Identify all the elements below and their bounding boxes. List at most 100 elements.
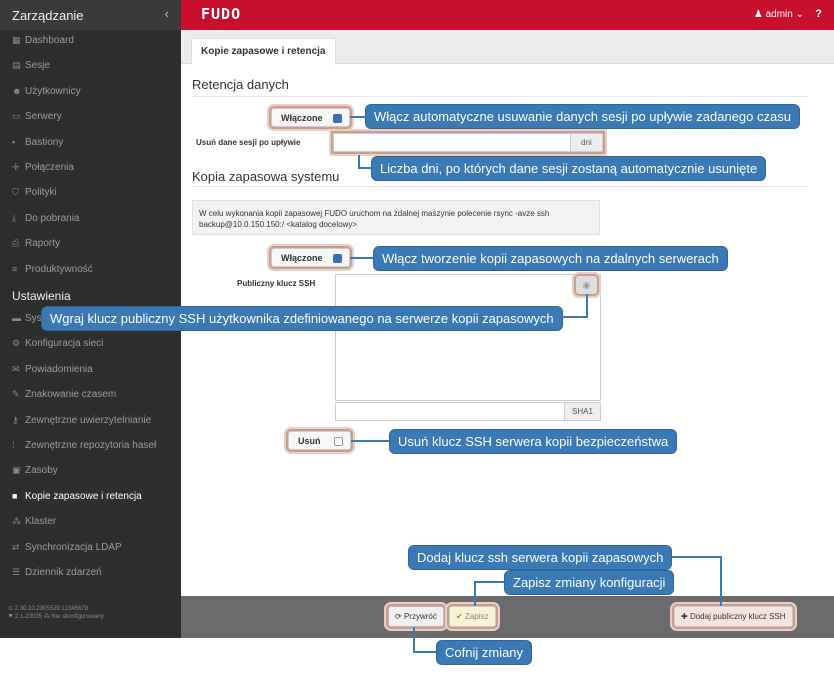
- sidebar-item-label: Produktywność: [25, 263, 93, 275]
- refresh-icon: ⟳: [395, 612, 402, 621]
- show-key-button[interactable]: ◉: [576, 276, 597, 294]
- save-label: Zapisz: [464, 612, 489, 621]
- sync-icon: ⇄: [12, 541, 20, 552]
- users-icon: ☻: [12, 85, 22, 96]
- backup-enabled-toggle[interactable]: Włączone: [271, 248, 350, 267]
- sidebar-item-label: Zewnętrzne repozytoria haseł: [25, 440, 157, 451]
- sidebar-item-serwery[interactable]: ▭ Serwery: [12, 107, 62, 125]
- network-icon: ⚙: [12, 338, 21, 349]
- version-line: ⊙ 2.30.10.2305529.12345678: [8, 606, 89, 612]
- user-icon: ♟: [753, 9, 763, 20]
- sidebar-item-kopie-zapasowe-i-retencja[interactable]: ■ Kopie zapasowe i retencja: [12, 487, 142, 505]
- sidebar-item-użytkownicy[interactable]: ☻ Użytkownicy: [12, 82, 81, 100]
- sidebar-item-raporty[interactable]: ⎙ Raporty: [12, 234, 60, 252]
- callout-connector: [586, 294, 588, 317]
- retention-enabled-label: Włączone: [281, 113, 323, 123]
- print-icon: ⎙: [12, 238, 20, 249]
- fudo-logo[interactable]: FUDO: [201, 5, 241, 23]
- sidebar-item-synchronizacja-ldap[interactable]: ⇄ Synchronizacja LDAP: [12, 538, 122, 556]
- folder-icon: ▬: [12, 313, 21, 323]
- policy-icon: ⛉: [12, 187, 19, 198]
- sidebar-item-sys[interactable]: ▬ Sys: [12, 309, 42, 327]
- callout-connector: [350, 257, 374, 259]
- divider: [192, 186, 808, 187]
- sidebar-item-zewnętrzne-repozytoria-haseł[interactable]: ⁞ Zewnętrzne repozytoria haseł: [12, 436, 156, 454]
- sidebar-item-label: Użytkownicy: [25, 85, 81, 97]
- sidebar-item-powiadomienia[interactable]: ✉ Powiadomienia: [12, 360, 93, 378]
- sidebar-item-dziennik-zdarzeń[interactable]: ☰ Dziennik zdarzeń: [12, 563, 102, 581]
- sidebar-item-label: Sesje: [25, 60, 51, 72]
- callout-add-key: Dodaj klucz ssh serwera kopii zapasowych: [409, 546, 672, 569]
- save-button[interactable]: ✔ Zapisz: [449, 606, 496, 627]
- ssh-key-textarea[interactable]: [335, 274, 601, 401]
- backup-enabled-checkbox[interactable]: [333, 254, 342, 263]
- chevron-down-icon: ⌄: [795, 9, 804, 20]
- user-menu[interactable]: ♟ admin ⌄: [754, 9, 804, 20]
- help-button[interactable]: ?: [815, 8, 822, 20]
- delete-key-label: Usuń: [298, 436, 321, 446]
- sidebar-item-label: Do pobrania: [25, 212, 80, 224]
- sidebar-item-zasoby[interactable]: ▣ Zasoby: [12, 461, 58, 479]
- backup-info-line: backup@10.0.150.150:/ <katalog docelowy>: [199, 220, 358, 229]
- sidebar-item-klaster[interactable]: ⁂ Klaster: [12, 512, 56, 530]
- grid-icon: ⁞: [12, 440, 15, 450]
- callout-connector: [474, 581, 506, 583]
- server-icon: ▭: [12, 111, 21, 122]
- sha1-addon: SHA1: [564, 403, 600, 420]
- footer-bar: ⟳ Przywróć ✔ Zapisz ✚ Dodaj publiczny kl…: [181, 596, 834, 638]
- callout-retention-days: Liczba dni, po których dane sesji zostan…: [372, 157, 766, 180]
- sidebar-item-label: Dziennik zdarzeń: [25, 567, 102, 578]
- divider: [192, 96, 808, 97]
- collapse-sidebar-icon[interactable]: ‹: [165, 6, 169, 21]
- archive-icon: ■: [12, 490, 18, 501]
- sidebar-item-połączenia[interactable]: ✛ Połączenia: [12, 158, 74, 176]
- sidebar-item-label: Raporty: [25, 238, 61, 250]
- film-icon: ▤: [12, 60, 21, 71]
- sidebar-item-polityki[interactable]: ⛉ Polityki: [12, 183, 57, 201]
- bastion-icon: ▪: [12, 136, 16, 147]
- retention-section-title: Retencja danych: [192, 77, 289, 92]
- backup-section-title: Kopia zapasowa systemu: [192, 169, 340, 184]
- key-icon: ⚷: [12, 414, 19, 425]
- sidebar-item-label: Zewnętrzne uwierzytelnianie: [25, 414, 152, 426]
- delete-key-checkbox[interactable]: [334, 437, 343, 446]
- retention-enabled-toggle[interactable]: Włączone: [271, 108, 350, 127]
- sidebar-item-znakowanie-czasem[interactable]: ✎ Znakowanie czasem: [12, 385, 116, 403]
- callout-save: Zapisz zmiany konfiguracji: [505, 571, 674, 594]
- build-line: ⚑ 2.1-23035 ⁂ Nie skonfigurowany: [8, 614, 104, 620]
- delete-key-toggle[interactable]: Usuń: [288, 431, 351, 450]
- revert-button[interactable]: ⟳ Przywróć: [388, 606, 444, 627]
- plus-icon: ✚: [681, 612, 688, 621]
- edit-icon: ✎: [12, 389, 20, 400]
- sidebar-item-label: Sys: [25, 313, 42, 324]
- user-name: admin: [765, 9, 793, 20]
- sidebar-item-bastiony[interactable]: ▪ Bastiony: [12, 133, 63, 151]
- revert-label: Przywróć: [403, 612, 437, 621]
- sidebar-item-dashboard[interactable]: ▦ Dashboard: [12, 31, 74, 49]
- retention-days-input[interactable]: dni: [333, 133, 603, 152]
- callout-connector: [358, 167, 372, 169]
- callout-revert: Cofnij zmiany: [437, 641, 532, 664]
- tab-backup-retention[interactable]: Kopie zapasowe i retencja: [191, 38, 336, 65]
- days-unit-addon: dni: [570, 134, 602, 151]
- download-icon: ⤓: [12, 212, 16, 223]
- sidebar-item-produktywność[interactable]: ≡ Produktywność: [12, 260, 93, 278]
- callout-connector: [474, 581, 476, 606]
- sidebar-item-label: Bastiony: [25, 136, 64, 148]
- sidebar-item-konfiguracja-sieci[interactable]: ⚙ Konfiguracja sieci: [12, 334, 103, 352]
- sidebar-item-label: Serwery: [25, 111, 62, 123]
- settings-section-title: Ustawienia: [12, 289, 71, 303]
- sidebar-item-zewnętrzne-uwierzytelnianie[interactable]: ⚷ Zewnętrzne uwierzytelnianie: [12, 411, 151, 429]
- callout-retention-enable: Włącz automatyczne usuwanie danych sesji…: [366, 105, 799, 128]
- sidebar-item-label: Konfiguracja sieci: [25, 338, 104, 350]
- sidebar-item-sesje[interactable]: ▤ Sesje: [12, 56, 50, 74]
- add-ssh-key-button[interactable]: ✚ Dodaj publiczny klucz SSH: [674, 606, 793, 627]
- callout-backup-enable: Włącz tworzenie kopii zapasowych na zdal…: [374, 247, 727, 270]
- eye-icon: ◉: [582, 280, 591, 290]
- sidebar-item-do-pobrania[interactable]: ⤓ Do pobrania: [12, 209, 79, 227]
- backup-info-box: W celu wykonania kopii zapasowej FUDO ur…: [192, 200, 600, 235]
- retention-enabled-checkbox[interactable]: [333, 114, 342, 123]
- sha1-fingerprint-field[interactable]: SHA1: [335, 402, 601, 421]
- connections-icon: ✛: [12, 162, 20, 172]
- callout-connector: [351, 440, 391, 442]
